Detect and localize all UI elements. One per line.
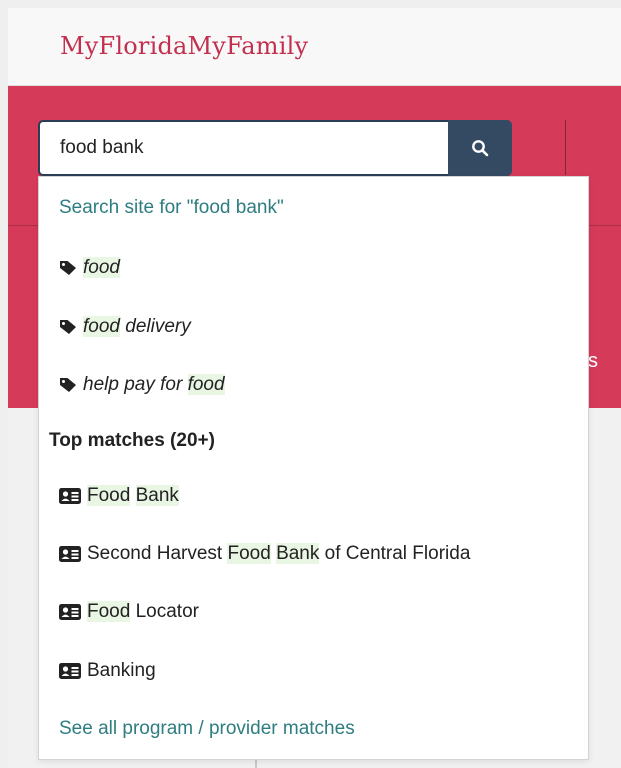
highlight-match: food (187, 374, 225, 395)
decorative-line (255, 760, 257, 768)
tag-suggestion[interactable]: food (59, 257, 120, 279)
match-label: Second Harvest Food Bank of Central Flor… (87, 543, 470, 565)
match-label: Banking (87, 660, 156, 682)
highlight-match: food (83, 257, 120, 278)
hero-edge-text: s (588, 350, 598, 372)
match-label: Food Bank (87, 485, 179, 507)
tag-suggestion[interactable]: food delivery (59, 316, 191, 338)
highlight-match: Bank (135, 485, 179, 506)
search-icon (471, 139, 489, 157)
match-text: Second Harvest (87, 543, 228, 564)
hero-divider-vertical (565, 120, 566, 175)
tag-text: help pay for (83, 374, 188, 395)
tag-label: food (83, 257, 120, 279)
provider-match[interactable]: Second Harvest Food Bank of Central Flor… (59, 543, 470, 565)
id-card-icon (59, 488, 81, 504)
highlight-match: Food (87, 601, 131, 622)
match-text (130, 485, 135, 506)
tag-suggestion[interactable]: help pay for food (59, 374, 225, 396)
search-input[interactable] (38, 120, 448, 176)
match-text: of Central Florida (319, 543, 471, 564)
tag-icon (59, 319, 77, 335)
tag-icon (59, 377, 77, 393)
site-header: MyFloridaMyFamily (8, 8, 621, 86)
tag-label: food delivery (83, 316, 191, 338)
tag-label: help pay for food (83, 374, 225, 396)
highlight-match: Bank (276, 543, 320, 564)
search-site-link[interactable]: Search site for "food bank" (59, 197, 284, 219)
match-text: Banking (87, 660, 156, 681)
id-card-icon (59, 604, 81, 620)
see-all-matches-link[interactable]: See all program / provider matches (59, 718, 355, 740)
tag-icon (59, 260, 77, 276)
tag-text: delivery (119, 316, 191, 337)
highlight-match: Food (87, 485, 131, 506)
highlight-match: food (83, 316, 120, 337)
search-suggestions-dropdown: Search site for "food bank" food food de… (38, 176, 589, 760)
top-matches-heading: Top matches (20+) (49, 430, 215, 451)
match-text: Locator (130, 601, 199, 622)
provider-match[interactable]: Food Locator (59, 601, 199, 623)
match-label: Food Locator (87, 601, 199, 623)
search-button[interactable] (448, 120, 512, 176)
highlight-match: Food (227, 543, 271, 564)
provider-match[interactable]: Banking (59, 660, 156, 682)
site-logo[interactable]: MyFloridaMyFamily (60, 32, 308, 60)
provider-match[interactable]: Food Bank (59, 485, 179, 507)
id-card-icon (59, 546, 81, 562)
search-bar (38, 120, 512, 176)
id-card-icon (59, 663, 81, 679)
